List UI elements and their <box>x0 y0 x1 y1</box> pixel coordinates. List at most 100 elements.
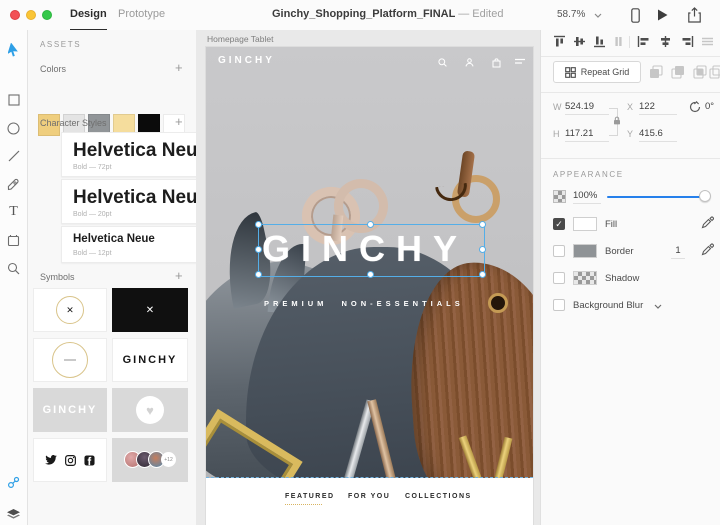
tab-prototype[interactable]: Prototype <box>118 0 165 29</box>
artboard-label[interactable]: Homepage Tablet <box>207 34 273 44</box>
align-bottom-icon[interactable] <box>593 35 606 48</box>
artboard-homepage-tablet[interactable]: GINCHY GINCHY <box>206 47 533 525</box>
rotation-icon[interactable] <box>689 101 701 113</box>
opacity-field[interactable]: 100% <box>573 190 601 204</box>
window-zoom-button[interactable] <box>42 10 52 20</box>
border-checkbox[interactable] <box>553 245 565 257</box>
add-symbol-button[interactable]: + <box>175 271 183 281</box>
device-preview-icon[interactable] <box>631 8 640 23</box>
selection-handle[interactable] <box>367 271 374 278</box>
selection-handle[interactable] <box>479 221 486 228</box>
x-field[interactable]: 122 <box>639 101 677 115</box>
symbol-avatar-group[interactable]: +12 <box>112 438 188 482</box>
boolean-exclude-icon[interactable] <box>709 65 720 79</box>
y-label: Y <box>627 129 633 139</box>
width-field[interactable]: 524.19 <box>565 101 609 115</box>
eyedropper-icon[interactable] <box>701 243 714 256</box>
selection-handle[interactable] <box>367 221 374 228</box>
symbol-close-light[interactable]: ✕ <box>33 288 107 332</box>
line-tool-icon[interactable] <box>0 144 27 168</box>
opacity-slider-handle[interactable] <box>699 190 711 202</box>
window-minimize-button[interactable] <box>26 10 36 20</box>
heart-icon: ♥ <box>136 396 164 424</box>
canvas-pasteboard[interactable]: Homepage Tablet <box>196 30 540 525</box>
border-width-field[interactable]: 1 <box>671 245 685 259</box>
fill-color-swatch[interactable] <box>573 217 597 231</box>
eyedropper-icon[interactable] <box>701 216 714 229</box>
pen-tool-icon[interactable] <box>0 172 27 196</box>
distribute-vertical-icon[interactable] <box>612 35 625 48</box>
character-style-item[interactable]: Helvetica Neue Bold — 12pt <box>61 226 217 263</box>
selection-handle[interactable] <box>255 246 262 253</box>
instagram-icon <box>65 455 76 466</box>
zoom-tool-icon[interactable] <box>0 256 27 280</box>
selection-handle[interactable] <box>479 271 486 278</box>
nav-link-featured[interactable]: FEATURED <box>285 493 335 500</box>
selection-handle[interactable] <box>255 221 262 228</box>
distribute-horizontal-icon[interactable] <box>701 35 714 48</box>
character-style-name: Helvetica Neue <box>73 141 216 160</box>
symbol-heart-button[interactable]: ♥ <box>112 388 188 432</box>
border-color-swatch[interactable] <box>573 244 597 258</box>
repeat-grid-button[interactable]: Repeat Grid <box>553 61 641 83</box>
shadow-checkbox[interactable] <box>553 272 565 284</box>
y-field[interactable]: 415.6 <box>639 128 677 142</box>
boolean-add-icon[interactable] <box>649 65 663 79</box>
select-tool-icon[interactable] <box>0 38 27 62</box>
character-style-item[interactable]: Helvetica Neue Bold — 72pt <box>61 132 217 177</box>
selection-handle[interactable] <box>255 271 262 278</box>
align-right-icon[interactable] <box>681 35 694 48</box>
window-close-button[interactable] <box>10 10 20 20</box>
symbol-logo-wordmark[interactable]: GINCHY <box>112 338 188 382</box>
share-icon[interactable] <box>688 7 701 23</box>
layers-panel-icon[interactable] <box>0 502 27 525</box>
inspector-panel: Repeat Grid W 524.19 X 122 0° H 117.21 Y… <box>540 30 720 525</box>
align-center-icon[interactable] <box>659 35 672 48</box>
badge-circle-icon <box>52 342 88 378</box>
ellipse-tool-icon[interactable] <box>0 116 27 140</box>
rectangle-tool-icon[interactable] <box>0 88 27 112</box>
character-styles-section-label: Character Styles <box>40 118 107 128</box>
twitter-icon <box>45 455 57 465</box>
symbol-social-icons[interactable] <box>33 438 107 482</box>
background-blur-checkbox[interactable] <box>553 299 565 311</box>
align-left-icon[interactable] <box>637 35 650 48</box>
hero-subtitle-text[interactable]: PREMIUM NON-ESSENTIALS <box>264 299 464 308</box>
divider <box>629 36 630 48</box>
align-middle-icon[interactable] <box>573 35 586 48</box>
lock-aspect-icon[interactable] <box>613 116 621 125</box>
nav-link-for-you[interactable]: FOR YOU <box>348 493 390 500</box>
zoom-level-dropdown[interactable]: 58.7% <box>557 0 585 29</box>
hero-image: GINCHY GINCHY <box>206 47 533 478</box>
rotation-field[interactable]: 0° <box>705 101 720 114</box>
x-label: X <box>627 102 633 112</box>
character-style-detail: Bold — 20pt <box>73 211 216 218</box>
fill-checkbox[interactable]: ✓ <box>553 218 565 230</box>
shadow-label: Shadow <box>605 273 639 284</box>
selection-box[interactable] <box>258 224 485 277</box>
opacity-slider-track[interactable] <box>607 196 707 198</box>
nav-link-collections[interactable]: COLLECTIONS <box>405 493 472 500</box>
facebook-icon <box>84 455 95 466</box>
symbol-close-dark[interactable]: ✕ <box>112 288 188 332</box>
add-color-button[interactable]: + <box>175 63 183 73</box>
close-icon: ✕ <box>56 296 84 324</box>
height-field[interactable]: 117.21 <box>565 128 609 142</box>
chevron-down-icon[interactable] <box>654 304 662 309</box>
selection-handle[interactable] <box>479 246 486 253</box>
close-icon: ✕ <box>146 305 154 316</box>
symbol-badge-circle[interactable] <box>33 338 107 382</box>
character-style-item[interactable]: Helvetica Neue Bold — 20pt <box>61 179 217 224</box>
boolean-subtract-icon[interactable] <box>671 65 685 79</box>
text-tool-icon[interactable]: T <box>0 200 27 224</box>
tab-design[interactable]: Design <box>70 0 107 31</box>
play-preview-icon[interactable] <box>657 9 668 21</box>
shadow-swatch[interactable] <box>573 271 597 285</box>
symbol-logo-wordmark-inverse[interactable]: GINCHY <box>33 388 107 432</box>
photo-eye-hole <box>488 293 508 313</box>
boolean-intersect-icon[interactable] <box>693 65 707 79</box>
assets-panel-icon[interactable] <box>0 470 27 494</box>
artboard-tool-icon[interactable] <box>0 228 27 252</box>
add-character-style-button[interactable]: + <box>175 117 183 127</box>
align-top-icon[interactable] <box>553 35 566 48</box>
